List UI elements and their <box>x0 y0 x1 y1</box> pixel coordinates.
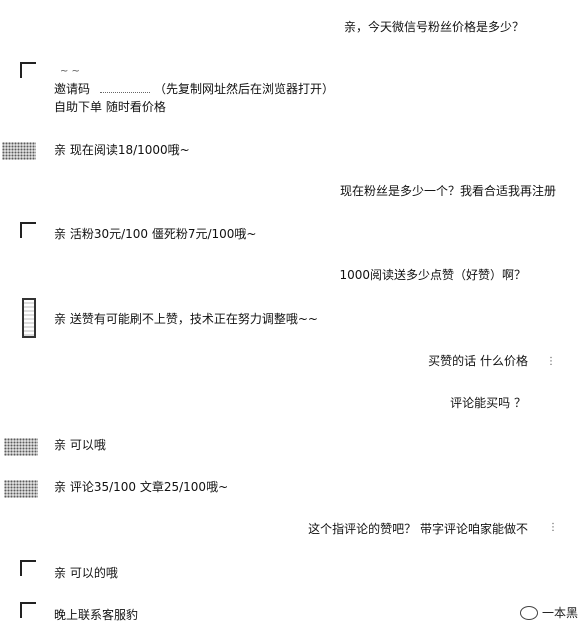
chat-message-right: 买赞的话 什么价格 <box>428 354 528 368</box>
redaction-mark: ⋮ <box>548 522 558 533</box>
watermark-text: 一本黑 <box>541 606 578 620</box>
chat-message-right: 亲，今天微信号粉丝价格是多少？ <box>343 20 524 34</box>
avatar <box>20 222 36 238</box>
avatar <box>20 560 36 576</box>
watermark: 一本黑 <box>519 604 578 621</box>
chat-message-left: 亲 活粉30元/100 僵死粉7元/100哦~ <box>54 227 257 241</box>
chat-message-left: 晚上联系客服豹 <box>54 608 139 622</box>
chat-message-left: 亲 可以哦 <box>54 438 106 452</box>
chat-message-right: 评论能买吗 ？ <box>450 396 526 410</box>
chat-message-left: （先复制网址然后在浏览器打开） <box>154 82 335 96</box>
chat-message-left: 自助下单 随时看价格 <box>54 100 166 114</box>
avatar <box>4 480 38 498</box>
chat-message-left: 亲 现在阅读18/1000哦~ <box>54 143 190 157</box>
chat-message-left: 亲 送赞有可能刷不上赞，技术正在努力调整哦~~ <box>54 312 318 326</box>
chat-message-right: 1000阅读送多少点赞（好赞）啊？ <box>339 268 526 282</box>
redaction-mark: ⋮ <box>546 356 556 367</box>
wechat-icon <box>519 605 538 620</box>
chat-transcript: 亲，今天微信号粉丝价格是多少？ ~ ~ 邀请码 （先复制网址然后在浏览器打开） … <box>0 0 586 633</box>
chat-message-right: 现在粉丝是多少一个？我看合适我再注册 <box>339 184 556 198</box>
redaction-mark: ~ ~ <box>60 66 80 77</box>
avatar <box>20 602 36 618</box>
chat-message-left: 亲 评论35/100 文章25/100哦~ <box>54 480 229 494</box>
avatar <box>2 142 36 160</box>
chat-message-left: 邀请码 <box>54 82 91 96</box>
avatar <box>22 298 36 338</box>
avatar <box>20 62 36 78</box>
chat-message-left: 亲 可以的哦 <box>54 566 118 580</box>
chat-message-right: 这个指评论的赞吧？ 带字评论咱家能做不 <box>308 522 528 536</box>
redaction-mark <box>100 92 150 94</box>
avatar <box>4 438 38 456</box>
